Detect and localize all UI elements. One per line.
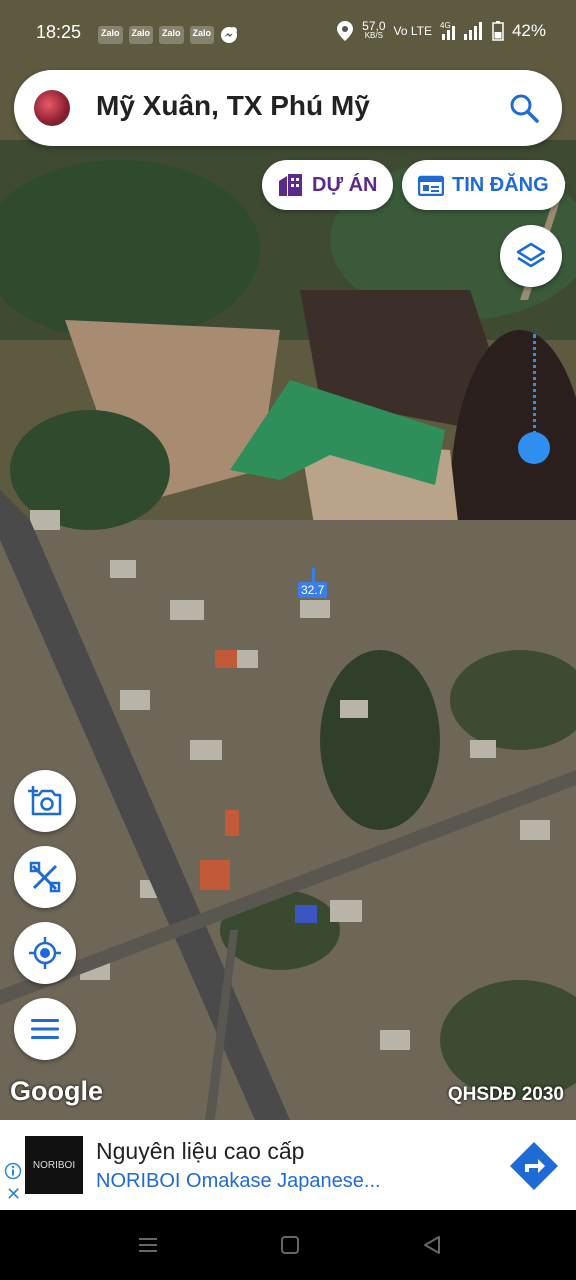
status-bar: 18:25 Zalo Zalo Zalo Zalo 57,0 KB/S Vo LT… xyxy=(0,0,576,64)
zalo-icon: Zalo xyxy=(159,26,184,44)
avatar[interactable] xyxy=(34,90,70,126)
listing-icon xyxy=(418,175,444,196)
back-icon[interactable] xyxy=(422,1235,442,1255)
planning-layer-label: QHSDĐ 2030 xyxy=(447,1084,564,1105)
search-icon[interactable] xyxy=(508,92,540,124)
zalo-icon: Zalo xyxy=(189,26,215,44)
my-location-button[interactable] xyxy=(14,922,76,984)
opacity-slider-track[interactable] xyxy=(533,334,536,448)
volte-indicator: Vo LTE xyxy=(393,24,432,38)
search-location-text[interactable]: Mỹ Xuân, TX Phú Mỹ xyxy=(96,90,370,122)
opacity-slider-handle[interactable] xyxy=(518,432,550,464)
location-icon xyxy=(337,21,354,41)
status-right: 57,0 KB/S Vo LTE 4G 42% xyxy=(336,20,546,42)
info-icon[interactable] xyxy=(4,1162,22,1180)
ad-title[interactable]: Nguyên liệu cao cấp xyxy=(96,1138,304,1165)
recent-apps-icon[interactable] xyxy=(138,1235,158,1255)
zalo-icon: Zalo xyxy=(128,26,154,44)
ruler-icon xyxy=(29,861,61,893)
building-icon xyxy=(279,174,302,196)
du-an-label: DỰ ÁN xyxy=(312,173,378,196)
layers-button[interactable] xyxy=(500,225,562,287)
network-speed: 57,0 KB/S xyxy=(362,20,385,41)
home-icon[interactable] xyxy=(280,1235,300,1255)
google-logo: Google xyxy=(10,1076,103,1106)
measure-button[interactable] xyxy=(14,846,76,908)
layers-icon xyxy=(516,242,546,268)
signal-label: 4G xyxy=(440,21,451,30)
menu-button[interactable] xyxy=(14,998,76,1060)
pin-stick xyxy=(312,568,315,582)
locate-icon xyxy=(29,937,61,969)
ad-banner[interactable]: ✕ NORIBOI Nguyên liệu cao cấp NORIBOI Om… xyxy=(0,1120,576,1210)
ad-logo-text: NORIBOI xyxy=(32,1159,76,1171)
system-nav-bar xyxy=(0,1210,576,1280)
pin-value: 32.7 xyxy=(298,582,328,598)
signal-icon: 4G xyxy=(440,21,482,40)
tin-dang-button[interactable]: TIN ĐĂNG xyxy=(402,160,565,210)
battery-percent: 42% xyxy=(511,21,546,40)
search-bar[interactable]: Mỹ Xuân, TX Phú Mỹ xyxy=(14,70,562,146)
tin-dang-label: TIN ĐĂNG xyxy=(452,173,549,196)
du-an-button[interactable]: DỰ ÁN xyxy=(262,160,394,210)
camera-add-icon xyxy=(28,786,62,816)
zalo-icon: Zalo xyxy=(98,26,123,44)
directions-icon[interactable] xyxy=(508,1140,560,1192)
menu-icon xyxy=(31,1019,59,1039)
status-time: 18:25 xyxy=(36,22,82,42)
speed-unit: KB/S xyxy=(364,31,383,40)
more-notifications-icon xyxy=(230,27,237,34)
ad-subtitle[interactable]: NORIBOI Omakase Japanese... xyxy=(96,1170,381,1193)
add-photo-button[interactable] xyxy=(14,770,76,832)
notification-apps: Zalo Zalo Zalo Zalo xyxy=(98,26,238,44)
battery-icon xyxy=(492,21,504,41)
close-icon[interactable]: ✕ xyxy=(6,1184,21,1205)
ad-logo: NORIBOI xyxy=(25,1136,83,1194)
